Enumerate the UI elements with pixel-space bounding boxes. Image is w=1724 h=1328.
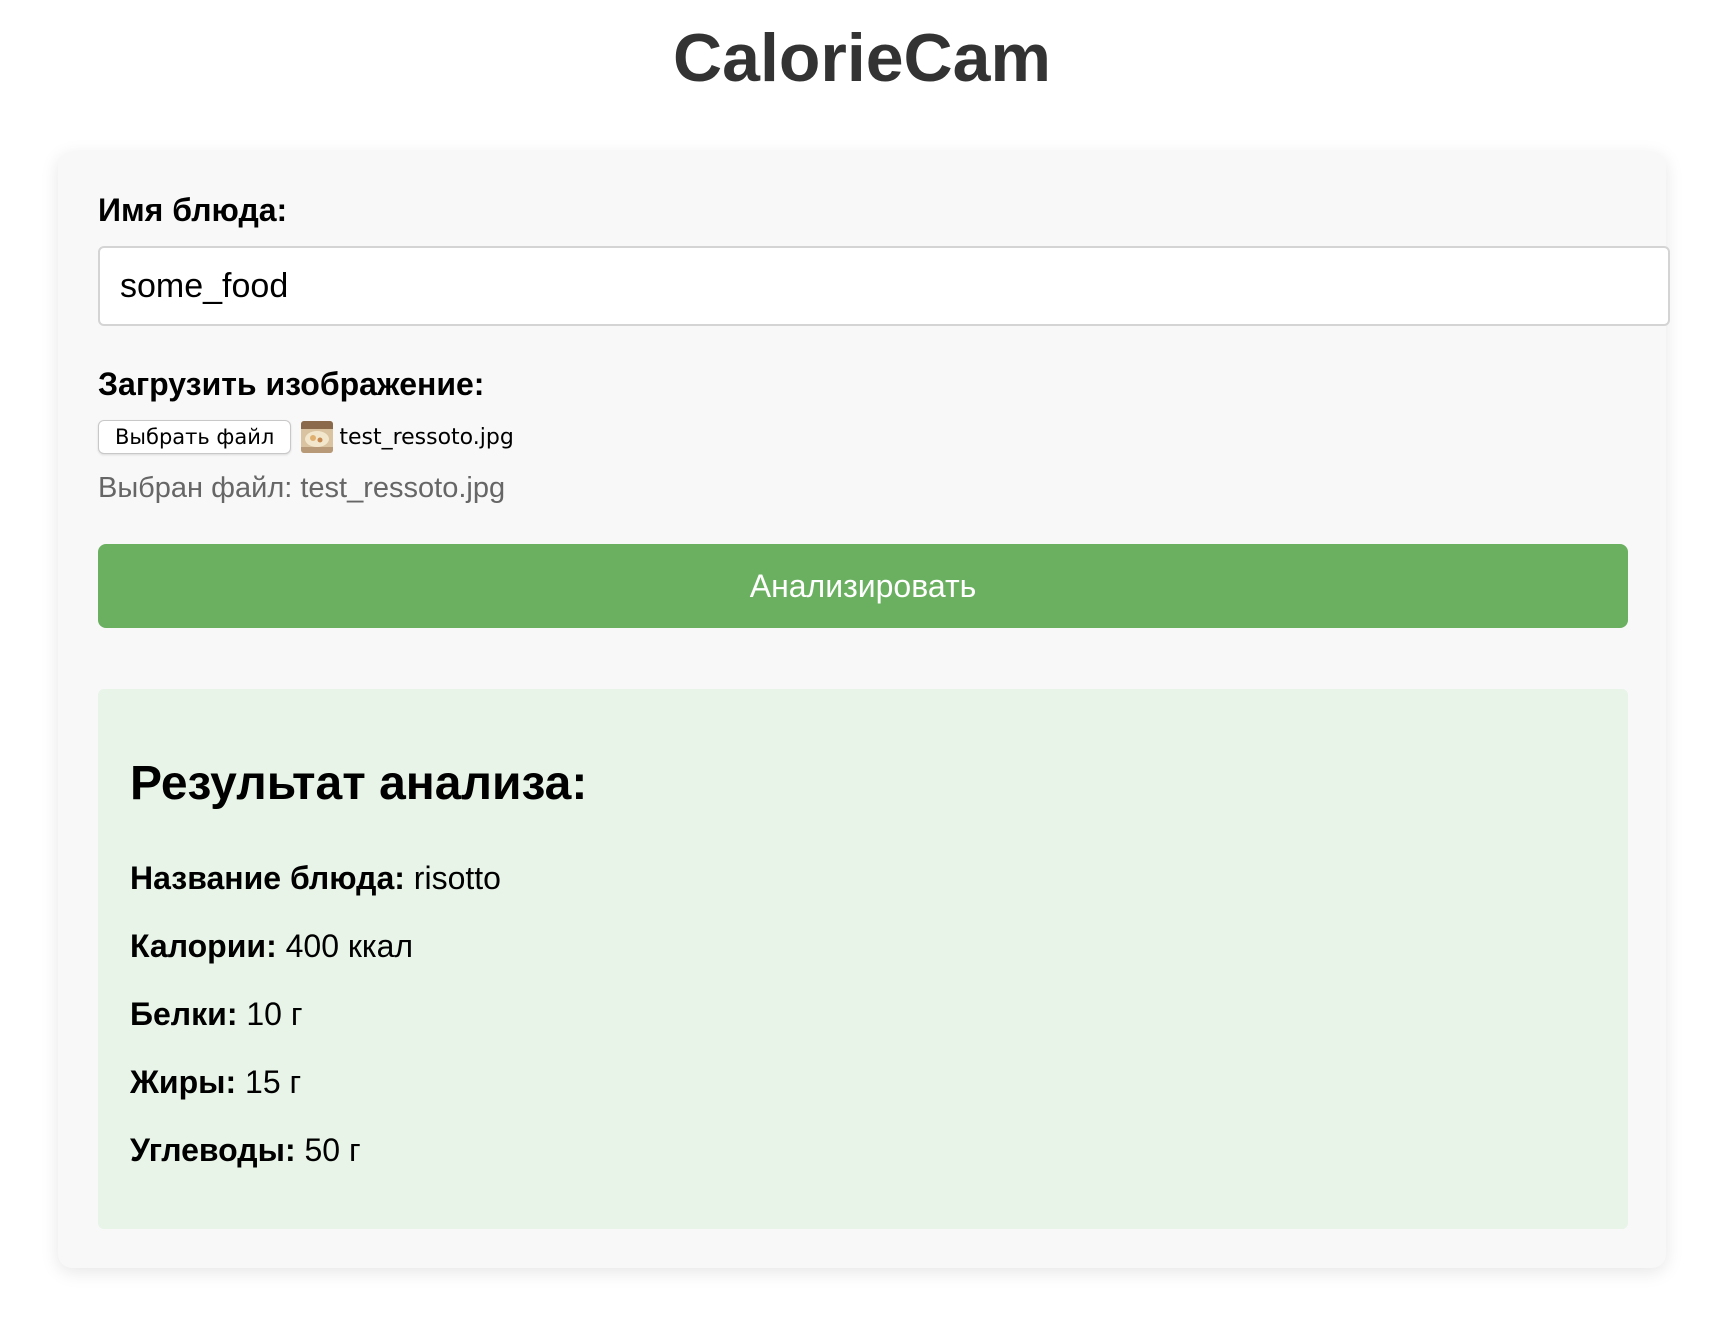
result-row-dish-name: Название блюда: risotto	[130, 858, 501, 898]
choose-file-button[interactable]: Выбрать файл	[98, 420, 292, 454]
result-value: 15 г	[245, 1064, 302, 1100]
dish-name-label: Имя блюда:	[98, 192, 288, 228]
file-name-text: test_ressoto.jpg	[339, 424, 514, 450]
file-input[interactable]: Выбрать файл test_ressoto.jpg	[98, 420, 514, 454]
result-row-fat: Жиры: 15 г	[130, 1062, 301, 1102]
result-value: 10 г	[246, 996, 303, 1032]
result-value: 50 г	[304, 1132, 361, 1168]
result-label: Жиры:	[130, 1064, 237, 1100]
page-title: CalorieCam	[673, 20, 1051, 96]
analyze-button[interactable]: Анализировать	[98, 544, 1628, 628]
result-value: risotto	[413, 860, 501, 896]
file-thumbnail-icon	[301, 421, 334, 453]
result-row-protein: Белки: 10 г	[130, 994, 303, 1034]
result-row-calories: Калории: 400 ккал	[130, 926, 413, 966]
result-title: Результат анализа:	[130, 757, 588, 810]
result-label: Углеводы:	[130, 1132, 296, 1168]
result-row-carbs: Углеводы: 50 г	[130, 1130, 361, 1170]
dish-name-input[interactable]	[98, 246, 1670, 326]
result-value: 400 ккал	[285, 928, 414, 964]
upload-image-label: Загрузить изображение:	[98, 366, 485, 402]
result-label: Калории:	[130, 928, 277, 964]
result-label: Название блюда:	[130, 860, 405, 896]
result-label: Белки:	[130, 996, 238, 1032]
selected-file-text: Выбран файл: test_ressoto.jpg	[98, 472, 506, 504]
